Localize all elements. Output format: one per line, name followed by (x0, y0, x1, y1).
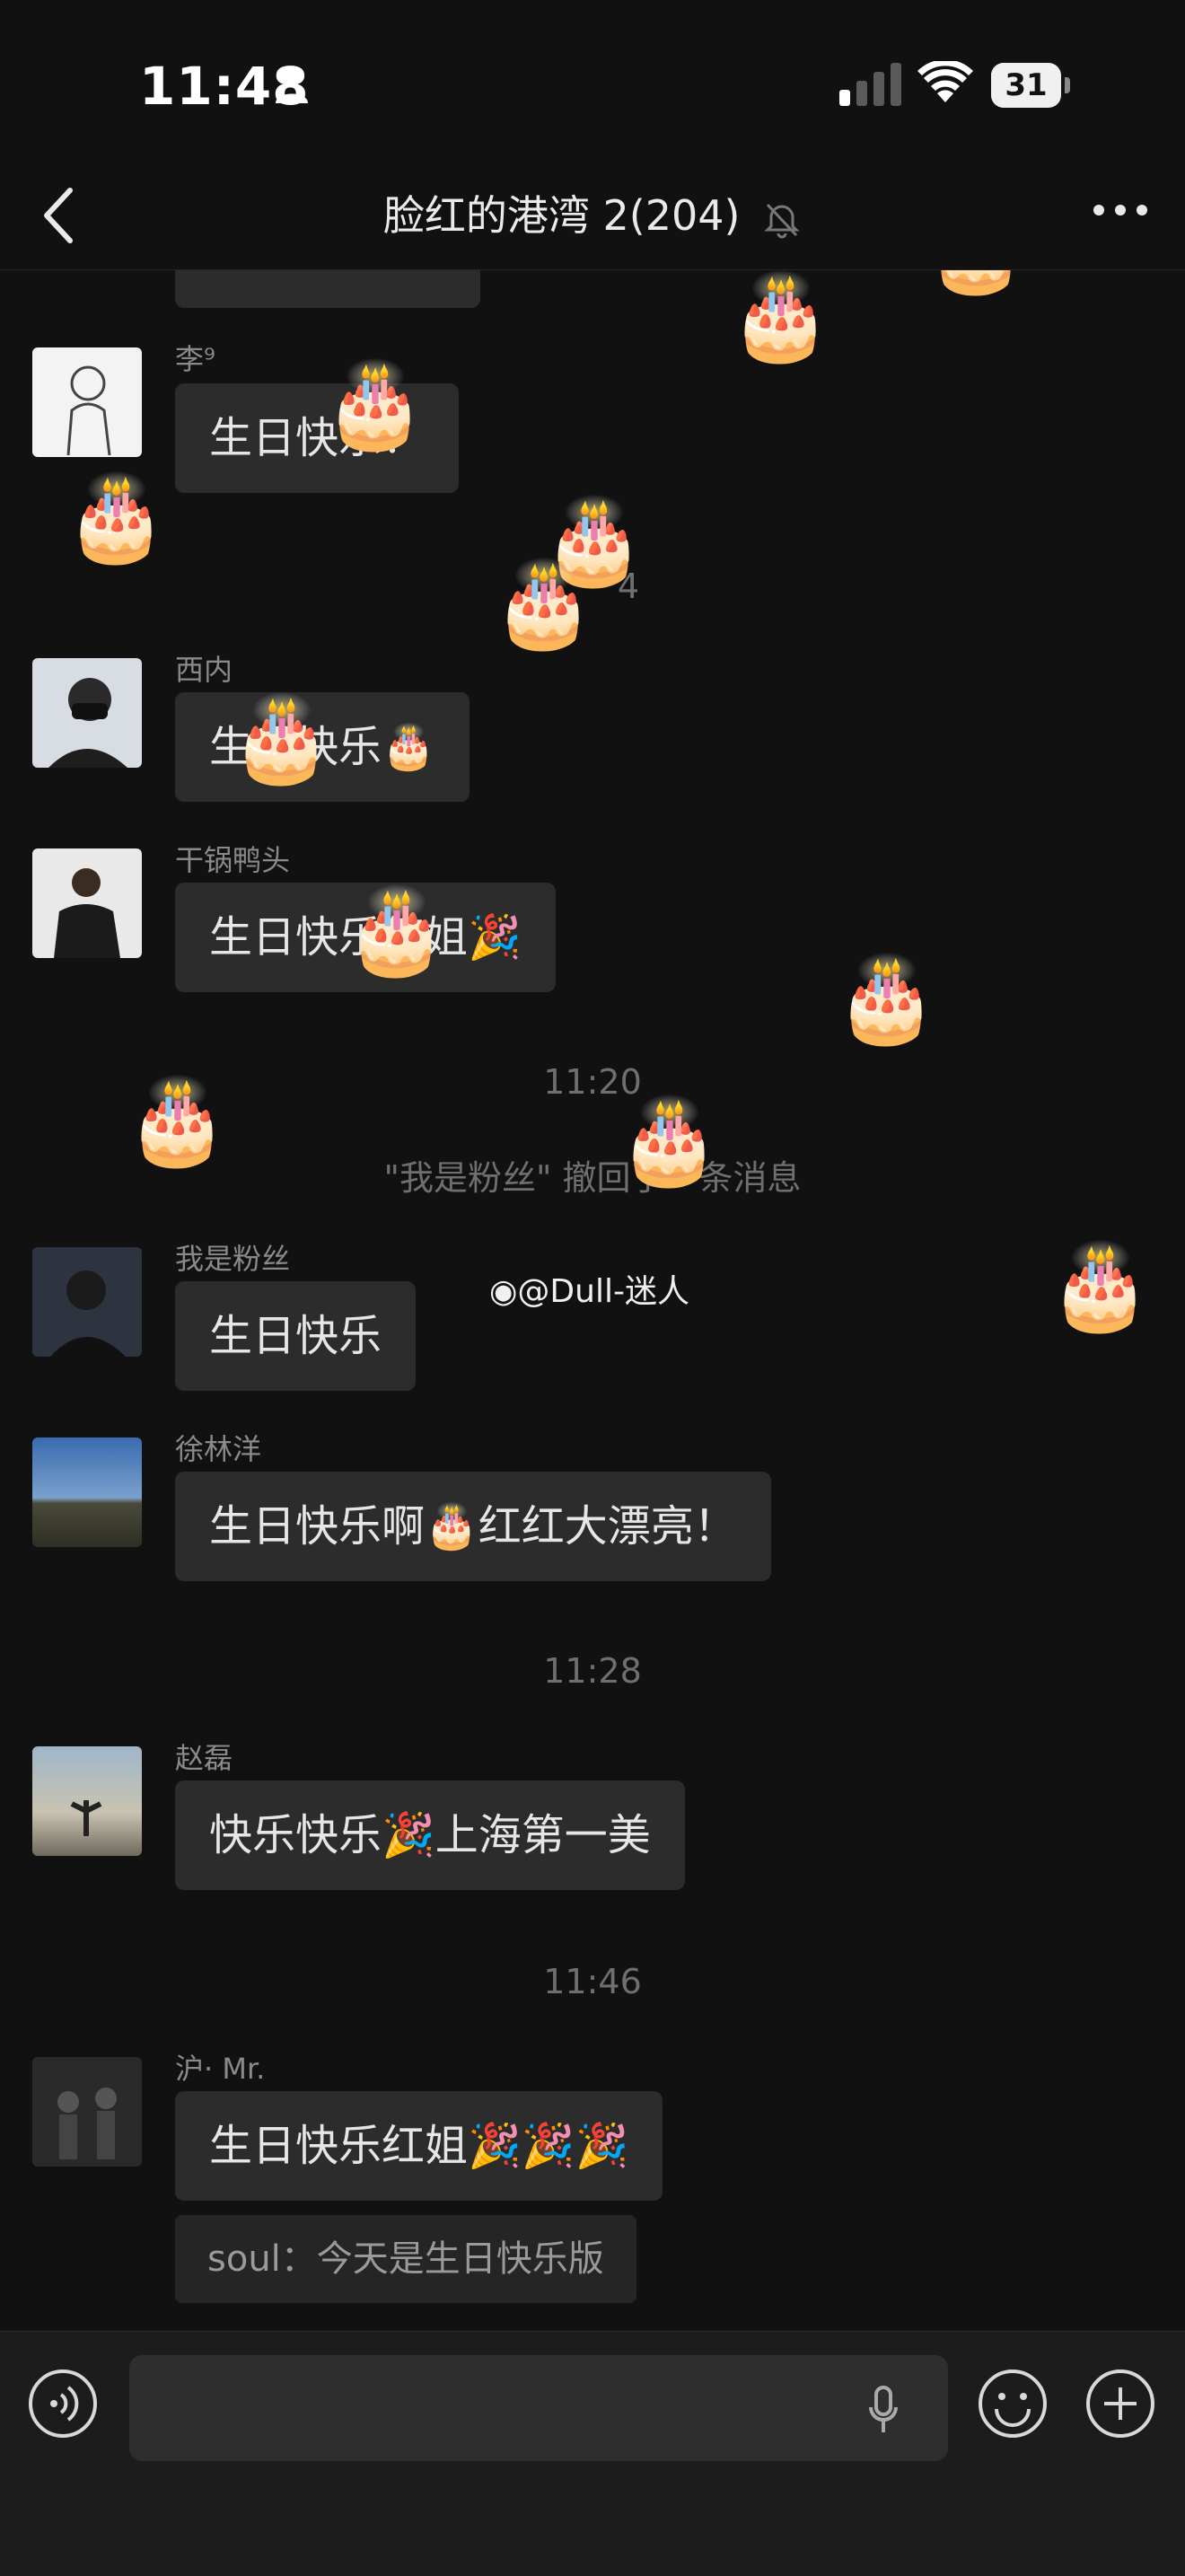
mute-icon (764, 203, 800, 238)
timestamp: 11:46 (543, 1962, 642, 2001)
signal-icon (839, 63, 901, 106)
wifi-icon (917, 61, 973, 102)
avatar[interactable] (32, 1247, 142, 1357)
chat-title[interactable]: 脸红的港湾 2(204) (0, 183, 1185, 242)
more-icon[interactable] (1092, 201, 1149, 219)
message-bubble[interactable]: 生日快乐啊🎂红红大漂亮！ (175, 1472, 771, 1581)
sender-name: 徐林洋 (175, 1432, 262, 1466)
message-bubble-partial[interactable] (175, 270, 480, 308)
timestamp: 11:28 (543, 1651, 642, 1691)
chat-header: 脸红的港湾 2(204) (0, 162, 1185, 270)
voice-icon[interactable] (27, 2368, 99, 2440)
cake-emoji-animation: 🎂 (492, 556, 595, 652)
avatar[interactable] (32, 848, 142, 958)
cake-emoji-animation: 🎂 (925, 270, 1028, 290)
cake-emoji-animation: 🎂 (835, 951, 938, 1047)
message-bubble[interactable]: 生日快乐 (175, 1281, 417, 1391)
cake-emoji-animation: 🎂 (323, 356, 426, 453)
battery-level-text: 31 (1005, 67, 1048, 103)
message-bubble[interactable]: 生日快乐红姐🎉🎉🎉 (175, 2091, 663, 2201)
chat-messages[interactable]: 李⁹ 生日快乐！ 4 西内 生日快乐🎂 干锅鸭头 生日快乐红姐🎉 11:20 "… (0, 270, 1185, 2331)
sender-name: 赵磊 (175, 1741, 233, 1775)
status-bar: 11:48 31 (0, 0, 1185, 162)
mic-icon[interactable] (867, 2386, 900, 2436)
message-input[interactable] (129, 2355, 948, 2461)
chat-title-text: 脸红的港湾 2(204) (382, 191, 741, 240)
cake-emoji-animation: 🎂 (729, 270, 832, 365)
cake-emoji-animation: 🎂 (126, 1073, 229, 1169)
avatar[interactable] (32, 1746, 142, 1856)
person-icon (276, 67, 308, 103)
sender-name: 干锅鸭头 (175, 843, 291, 877)
message-bubble[interactable]: 快乐快乐🎉上海第一美 (175, 1780, 685, 1890)
sender-name: 沪· Mr. (175, 2052, 266, 2086)
avatar[interactable] (32, 347, 142, 457)
sender-name: 西内 (175, 653, 233, 687)
cake-emoji-animation: 🎂 (230, 690, 333, 787)
cake-emoji-animation: 🎂 (1049, 1238, 1152, 1334)
cake-emoji-animation: 🎂 (65, 470, 168, 566)
avatar[interactable] (32, 658, 142, 768)
plus-icon[interactable] (1084, 2368, 1156, 2440)
battery-indicator: 31 (991, 63, 1070, 108)
emoji-icon[interactable] (977, 2368, 1049, 2440)
avatar[interactable] (32, 1437, 142, 1547)
cake-emoji-animation: 🎂 (618, 1093, 721, 1189)
quoted-message[interactable]: soul：今天是生日快乐版 (175, 2215, 636, 2303)
sender-name: 我是粉丝 (175, 1242, 291, 1276)
avatar[interactable] (32, 2057, 142, 2167)
watermark: ◉@Dull-迷人 (489, 1273, 689, 1310)
weibo-icon: ◉ (489, 1273, 518, 1310)
sender-name: 李⁹ (175, 342, 215, 376)
cake-emoji-animation: 🎂 (345, 883, 448, 979)
input-bar (0, 2331, 1185, 2576)
